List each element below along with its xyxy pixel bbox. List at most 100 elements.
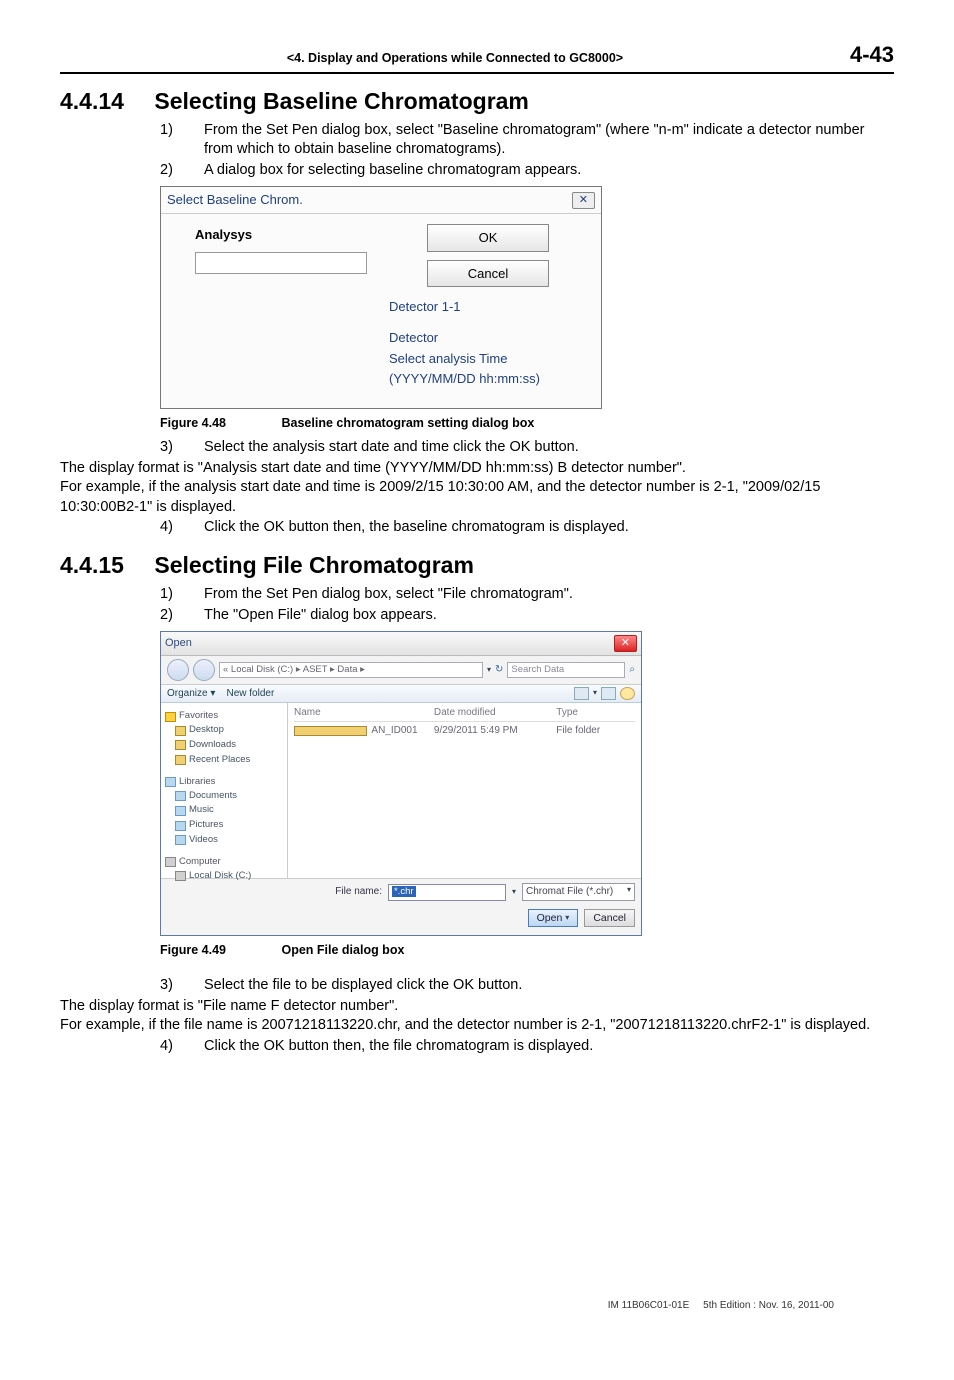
- analysys-label: Analysys: [195, 226, 389, 244]
- desktop-icon: [175, 726, 186, 736]
- select-baseline-dialog: Select Baseline Chrom. ✕ Analysys OK Can…: [160, 186, 602, 409]
- figure-title: Open File dialog box: [281, 943, 404, 957]
- sidebar-item-favorites[interactable]: Favorites: [179, 710, 218, 723]
- step-text: Select the file to be displayed click th…: [204, 976, 894, 996]
- figure-caption: Figure 4.48 Baseline chromatogram settin…: [160, 415, 894, 432]
- page-number: 4-43: [850, 40, 894, 70]
- sidebar-item-desktop[interactable]: Desktop: [189, 724, 224, 737]
- help-icon[interactable]: [620, 687, 635, 700]
- sidebar-item-documents[interactable]: Documents: [189, 790, 237, 803]
- computer-icon: [165, 857, 176, 867]
- chapter-label: <4. Display and Operations while Connect…: [60, 50, 850, 67]
- list-item[interactable]: AN_ID001 9/29/2011 5:49 PM File folder: [294, 722, 635, 740]
- detector-info: Detector: [389, 328, 589, 349]
- step-num: 3): [160, 438, 204, 458]
- nav-back-icon[interactable]: [167, 659, 189, 681]
- step-num: 1): [160, 585, 204, 605]
- sidebar: Favorites Desktop Downloads Recent Place…: [161, 703, 288, 878]
- figure-number: Figure 4.49: [160, 942, 278, 959]
- documents-icon: [175, 791, 186, 801]
- refresh-icon[interactable]: ↻: [495, 663, 503, 677]
- page-header: <4. Display and Operations while Connect…: [60, 40, 894, 74]
- step-text: A dialog box for selecting baseline chro…: [204, 161, 894, 181]
- sidebar-item-libraries[interactable]: Libraries: [179, 776, 215, 789]
- step-text: Click the OK button then, the baseline c…: [204, 518, 894, 538]
- dropdown-icon[interactable]: ▾: [593, 688, 597, 699]
- cancel-button[interactable]: Cancel: [427, 260, 549, 288]
- music-icon: [175, 806, 186, 816]
- sidebar-item-downloads[interactable]: Downloads: [189, 739, 236, 752]
- file-date: 9/29/2011 5:49 PM: [434, 724, 556, 738]
- sidebar-item-recent[interactable]: Recent Places: [189, 754, 250, 767]
- filename-label: File name:: [335, 885, 382, 899]
- nav-forward-icon[interactable]: [193, 659, 215, 681]
- videos-icon: [175, 835, 186, 845]
- sidebar-item-music[interactable]: Music: [189, 804, 214, 817]
- view-icon[interactable]: [574, 687, 589, 700]
- sidebar-item-pictures[interactable]: Pictures: [189, 819, 223, 832]
- open-file-dialog: Open ✕ « Local Disk (C:) ▸ ASET ▸ Data ▸…: [160, 631, 642, 936]
- doc-edition: 5th Edition : Nov. 16, 2011-00: [703, 1300, 834, 1311]
- step-subtext: For example, if the analysis start date …: [60, 478, 894, 517]
- filename-input[interactable]: *.chr: [388, 884, 506, 901]
- disk-icon: [175, 871, 186, 881]
- section-heading-4414: 4.4.14 Selecting Baseline Chromatogram: [60, 86, 894, 117]
- column-name[interactable]: Name: [294, 706, 434, 720]
- filename-value: *.chr: [392, 886, 416, 897]
- search-icon: ⌕: [629, 663, 635, 677]
- step-text: Click the OK button then, the file chrom…: [204, 1037, 894, 1057]
- preview-icon[interactable]: [601, 687, 616, 700]
- step-subtext: For example, if the file name is 2007121…: [60, 1016, 894, 1036]
- ok-button[interactable]: OK: [427, 224, 549, 252]
- step-num: 3): [160, 976, 204, 996]
- open-button[interactable]: Open▾: [528, 909, 579, 927]
- step-num: 4): [160, 518, 204, 538]
- filetype-value: Chromat File (*.chr): [526, 885, 613, 899]
- step-num: 2): [160, 606, 204, 626]
- close-icon[interactable]: ✕: [614, 635, 637, 652]
- step-text: From the Set Pen dialog box, select "Fil…: [204, 585, 894, 605]
- star-icon: [165, 712, 176, 722]
- section-title: Selecting File Chromatogram: [154, 552, 474, 578]
- downloads-icon: [175, 740, 186, 750]
- step-text: The "Open File" dialog box appears.: [204, 606, 894, 626]
- analysys-input[interactable]: [195, 252, 367, 274]
- figure-number: Figure 4.48: [160, 415, 278, 432]
- figure-caption: Figure 4.49 Open File dialog box: [160, 942, 894, 959]
- file-name: AN_ID001: [371, 724, 433, 738]
- step-num: 1): [160, 121, 204, 160]
- dialog-title: Open: [165, 636, 192, 651]
- section-title: Selecting Baseline Chromatogram: [154, 88, 529, 114]
- column-date[interactable]: Date modified: [434, 706, 556, 720]
- dropdown-icon[interactable]: ▾: [512, 887, 516, 898]
- doc-id: IM 11B06C01-01E: [608, 1300, 690, 1311]
- step-num: 2): [160, 161, 204, 181]
- cancel-button[interactable]: Cancel: [584, 909, 635, 927]
- step-subtext: The display format is "Analysis start da…: [60, 459, 894, 479]
- section-number: 4.4.15: [60, 550, 148, 581]
- column-type[interactable]: Type: [556, 706, 635, 720]
- organize-button[interactable]: Organize ▾: [167, 688, 215, 699]
- breadcrumb[interactable]: « Local Disk (C:) ▸ ASET ▸ Data ▸: [219, 662, 483, 679]
- dropdown-icon[interactable]: ▾: [487, 665, 491, 676]
- figure-title: Baseline chromatogram setting dialog box: [281, 416, 534, 430]
- step-text: From the Set Pen dialog box, select "Bas…: [204, 121, 894, 160]
- filetype-select[interactable]: Chromat File (*.chr)▾: [522, 883, 635, 901]
- sidebar-item-videos[interactable]: Videos: [189, 834, 218, 847]
- libraries-icon: [165, 777, 176, 787]
- dialog-title: Select Baseline Chrom.: [167, 191, 303, 209]
- section-number: 4.4.14: [60, 86, 148, 117]
- sidebar-item-localdisk[interactable]: Local Disk (C:): [189, 870, 251, 883]
- new-folder-button[interactable]: New folder: [227, 688, 275, 699]
- close-icon[interactable]: ✕: [572, 192, 595, 209]
- recent-icon: [175, 755, 186, 765]
- file-type: File folder: [556, 724, 635, 738]
- sidebar-item-computer[interactable]: Computer: [179, 856, 221, 869]
- detector-info: Detector 1-1: [389, 297, 589, 318]
- detector-info: Select analysis Time: [389, 349, 589, 370]
- pictures-icon: [175, 821, 186, 831]
- doc-footer: IM 11B06C01-01E 5th Edition : Nov. 16, 2…: [608, 1299, 834, 1313]
- search-input[interactable]: Search Data: [507, 662, 625, 679]
- folder-icon: [294, 726, 367, 736]
- step-subtext: The display format is "File name F detec…: [60, 997, 894, 1017]
